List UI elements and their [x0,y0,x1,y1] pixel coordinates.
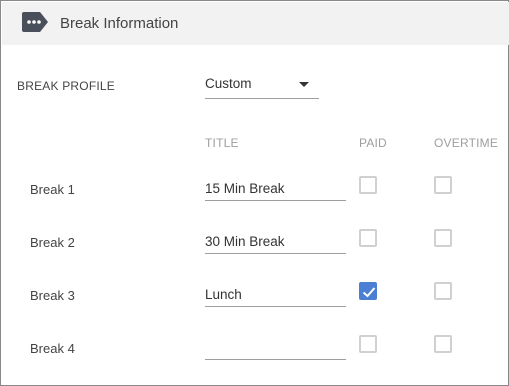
break-3-label: Break 3 [30,288,75,303]
break-1-overtime-checkbox[interactable] [434,176,452,194]
column-header-title: TITLE [205,136,239,150]
break-3-overtime-checkbox[interactable] [434,282,452,300]
break-profile-select[interactable]: Custom [205,73,319,99]
column-header-paid: PAID [359,136,387,150]
break-4-paid-checkbox[interactable] [359,335,377,353]
checkmark-icon [362,287,376,298]
break-2-overtime-checkbox[interactable] [434,229,452,247]
break-4-label: Break 4 [30,341,75,356]
break-2-paid-checkbox[interactable] [359,229,377,247]
break-profile-value: Custom [205,76,252,91]
break-4-title-input[interactable] [205,336,346,360]
break-4-overtime-checkbox[interactable] [434,335,452,353]
break-information-panel: Break Information BREAK PROFILE Custom T… [0,0,509,386]
break-2-label: Break 2 [30,235,75,250]
break-1-title-input[interactable] [205,177,346,201]
break-3-title-input[interactable] [205,283,346,307]
panel-header: Break Information [2,2,509,45]
more-horiz-tag-icon [22,12,48,32]
break-1-label: Break 1 [30,182,75,197]
column-header-overtime: OVERTIME [434,136,499,150]
break-profile-label: BREAK PROFILE [17,79,115,93]
panel-title: Break Information [60,15,179,32]
break-1-paid-checkbox[interactable] [359,176,377,194]
break-2-title-input[interactable] [205,230,346,254]
break-3-paid-checkbox[interactable] [359,282,377,300]
dropdown-caret-icon [299,82,309,87]
